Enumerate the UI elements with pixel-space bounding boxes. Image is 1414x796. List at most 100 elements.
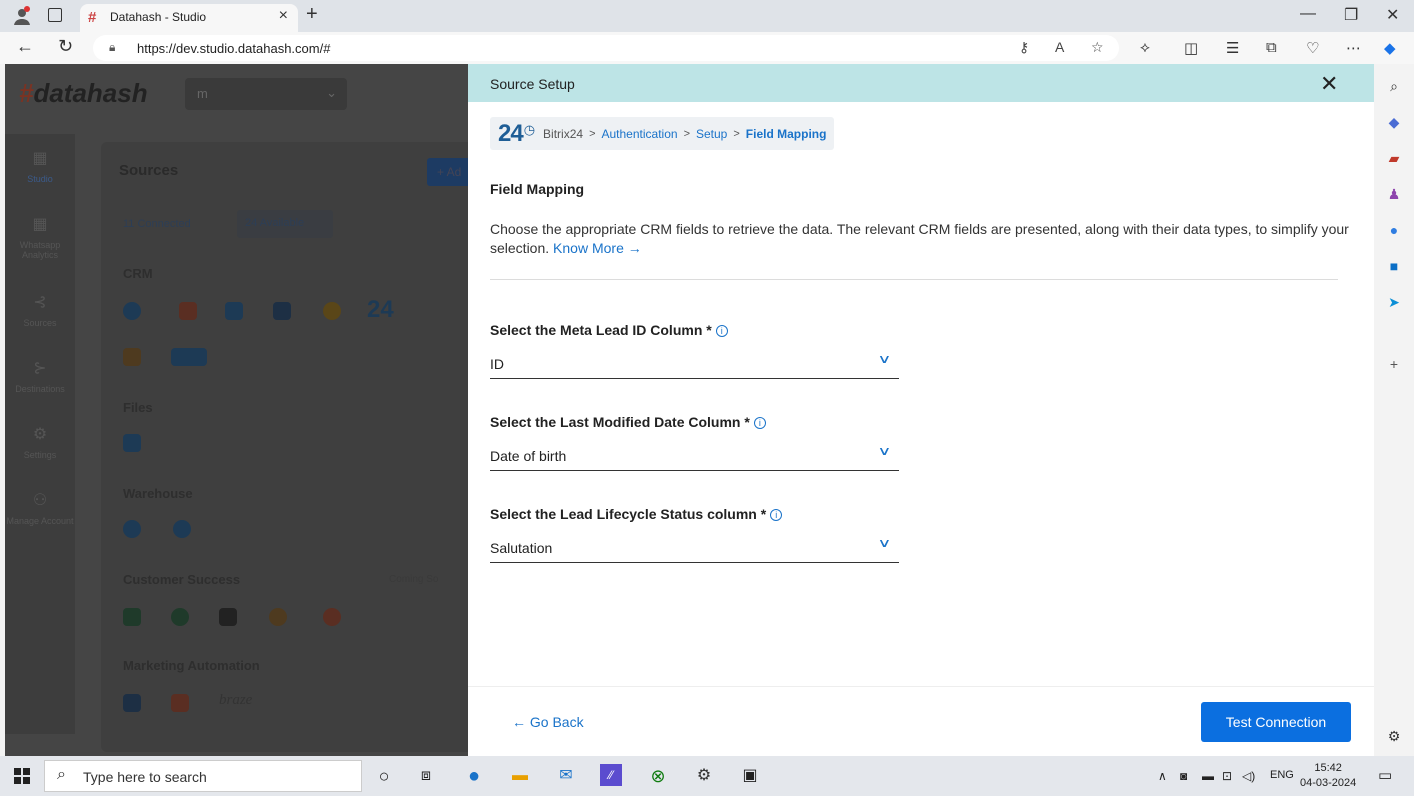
breadcrumb-bitrix24: Bitrix24 bbox=[543, 126, 584, 141]
breadcrumb-setup[interactable]: Setup bbox=[696, 127, 727, 141]
last-modified-date-select[interactable]: Date of birth ∨ bbox=[490, 441, 899, 471]
extensions-icon[interactable]: ⟡ bbox=[1140, 39, 1150, 56]
breadcrumb: 24 ◷ Bitrix24 > Authentication > Setup >… bbox=[490, 117, 835, 150]
hubspot-logo bbox=[179, 302, 197, 320]
copilot-sidebar-icon[interactable]: ● bbox=[1385, 222, 1403, 240]
windows-start-icon[interactable] bbox=[14, 768, 30, 784]
favorite-star-icon[interactable]: ☆ bbox=[1091, 39, 1104, 56]
nav-whatsapp-analytics: ▦ Whatsapp Analytics bbox=[5, 214, 75, 260]
lead-lifecycle-status-value: Salutation bbox=[490, 540, 553, 556]
grid-icon: ▦ bbox=[32, 216, 48, 233]
split-screen-icon[interactable]: ◫ bbox=[1184, 39, 1198, 57]
toolbox-icon[interactable]: ▰ bbox=[1385, 150, 1403, 168]
photos-icon[interactable]: ▣ bbox=[738, 764, 762, 788]
key-icon[interactable]: ⚷ bbox=[1019, 39, 1029, 56]
tab-title: Datahash - Studio bbox=[110, 10, 207, 24]
sources-icon: ⊰ bbox=[33, 294, 47, 311]
profile-icon[interactable] bbox=[12, 6, 32, 26]
chevron-right-icon: > bbox=[733, 127, 740, 140]
panel-header: Source Setup ✕ bbox=[468, 64, 1374, 102]
search-icon: ⌕ bbox=[57, 766, 66, 783]
close-window-icon[interactable]: ✕ bbox=[1386, 5, 1399, 25]
clock-icon: ◷ bbox=[523, 121, 536, 137]
search-icon[interactable]: ⌕ bbox=[1385, 78, 1403, 96]
file-explorer-icon[interactable]: ▬ bbox=[508, 764, 532, 788]
back-arrow-icon[interactable]: ← bbox=[16, 36, 34, 57]
outlook-icon[interactable]: ■ bbox=[1385, 258, 1403, 276]
source-setup-panel: Source Setup ✕ 24 ◷ Bitrix24 > Authentic… bbox=[468, 64, 1374, 756]
know-more-link[interactable]: Know More → bbox=[553, 240, 642, 256]
network-icon[interactable]: ⊡ bbox=[1222, 769, 1232, 783]
settings-gear-icon[interactable]: ⚙ bbox=[1385, 728, 1403, 746]
add-sidebar-icon[interactable]: + bbox=[1385, 356, 1403, 374]
section-title: Field Mapping bbox=[490, 181, 585, 197]
tray-app-icon[interactable]: ◙ bbox=[1180, 769, 1187, 783]
available-filter: 24 Available bbox=[237, 210, 333, 238]
lock-icon[interactable]: 🔒︎ bbox=[109, 40, 115, 55]
chevron-down-icon: ∨ bbox=[877, 536, 892, 550]
info-icon[interactable]: i bbox=[770, 509, 783, 521]
breadcrumb-authentication[interactable]: Authentication bbox=[602, 127, 678, 141]
crm-logo bbox=[323, 302, 341, 320]
more-menu-icon[interactable]: ⋯ bbox=[1346, 39, 1361, 57]
nav-sources: ⊰ Sources bbox=[5, 292, 75, 328]
people-icon[interactable]: ♟ bbox=[1385, 186, 1403, 204]
windows-taskbar: ⌕ Type here to search ○ ⧈ ● ▬ ✉ ⁄⁄ ⊗ ⚙ ▣… bbox=[0, 756, 1414, 796]
chevron-up-icon[interactable]: ∧ bbox=[1158, 769, 1167, 783]
address-bar-row: ← ↻ 🔒︎ https://dev.studio.datahash.com/#… bbox=[0, 32, 1414, 64]
power-automate-icon[interactable]: ⁄⁄ bbox=[600, 764, 622, 786]
section-crm: CRM bbox=[123, 266, 153, 281]
read-aloud-icon[interactable]: A bbox=[1055, 39, 1064, 55]
datahash-logo: #datahash bbox=[19, 78, 148, 108]
lead-lifecycle-status-select[interactable]: Salutation ∨ bbox=[490, 533, 899, 563]
copilot-icon[interactable]: ◆ bbox=[1384, 39, 1396, 57]
destinations-icon: ⊱ bbox=[33, 360, 47, 377]
settings-gear-icon[interactable]: ⚙ bbox=[692, 764, 716, 788]
minimize-icon[interactable]: — bbox=[1300, 5, 1316, 23]
tag-icon[interactable]: ◆ bbox=[1385, 114, 1403, 132]
sources-card: Sources + Ad 11 Connected 24 Available C… bbox=[101, 142, 487, 752]
search-placeholder: Type here to search bbox=[83, 769, 207, 785]
send-icon[interactable]: ➤ bbox=[1385, 294, 1403, 312]
bitrix24-logo: 24 bbox=[367, 296, 394, 323]
close-tab-icon[interactable]: × bbox=[279, 7, 288, 25]
tab-actions-icon[interactable] bbox=[48, 8, 62, 22]
battery-icon[interactable]: ▬ bbox=[1202, 769, 1214, 783]
files-logo bbox=[123, 434, 141, 452]
browser-tab[interactable]: # Datahash - Studio × bbox=[80, 4, 298, 32]
task-view-icon[interactable]: ⧈ bbox=[414, 764, 438, 788]
chevron-down-icon: ∨ bbox=[877, 444, 892, 458]
taskbar-search-input[interactable]: ⌕ Type here to search bbox=[44, 760, 362, 792]
restore-icon[interactable]: ❐ bbox=[1344, 5, 1358, 25]
edge-browser-icon[interactable]: ● bbox=[462, 764, 486, 788]
arrow-right-icon: → bbox=[627, 240, 642, 256]
mail-icon[interactable]: ✉ bbox=[554, 764, 578, 788]
test-connection-button[interactable]: Test Connection bbox=[1201, 702, 1351, 742]
new-tab-icon[interactable]: + bbox=[306, 3, 318, 26]
performance-icon[interactable]: ♡ bbox=[1306, 39, 1319, 57]
chevron-down-icon: ∨ bbox=[877, 352, 892, 366]
cortana-icon[interactable]: ○ bbox=[372, 764, 396, 788]
collections-icon[interactable]: ⧉ bbox=[1266, 39, 1277, 56]
bitrix24-logo: 24 bbox=[498, 119, 524, 147]
meta-lead-id-value: ID bbox=[490, 356, 504, 372]
info-icon[interactable]: i bbox=[753, 417, 766, 429]
cs-logo bbox=[171, 608, 189, 626]
notifications-icon[interactable]: ▭ bbox=[1378, 766, 1392, 784]
meta-lead-id-label: Select the Meta Lead ID Column * i bbox=[490, 322, 728, 338]
favorites-icon[interactable]: ☰ bbox=[1226, 39, 1239, 57]
url-field[interactable]: 🔒︎ https://dev.studio.datahash.com/# ⚷ A… bbox=[93, 35, 1119, 61]
close-panel-button[interactable]: ✕ bbox=[1320, 71, 1338, 97]
clock-time: 15:42 bbox=[1314, 762, 1342, 774]
crm-logo bbox=[225, 302, 243, 320]
meta-lead-id-select[interactable]: ID ∨ bbox=[490, 349, 899, 379]
refresh-icon[interactable]: ↻ bbox=[58, 36, 73, 57]
xbox-icon[interactable]: ⊗ bbox=[646, 764, 670, 788]
last-modified-date-label: Select the Last Modified Date Column * i bbox=[490, 414, 766, 430]
info-icon[interactable]: i bbox=[715, 325, 728, 337]
language-indicator[interactable]: ENG bbox=[1270, 769, 1294, 781]
go-back-button[interactable]: ← Go Back bbox=[512, 714, 584, 730]
taskbar-clock[interactable]: 15:42 04-03-2024 bbox=[1300, 761, 1356, 791]
volume-icon[interactable]: ◁) bbox=[1242, 769, 1255, 783]
url-text: https://dev.studio.datahash.com/# bbox=[137, 41, 331, 56]
